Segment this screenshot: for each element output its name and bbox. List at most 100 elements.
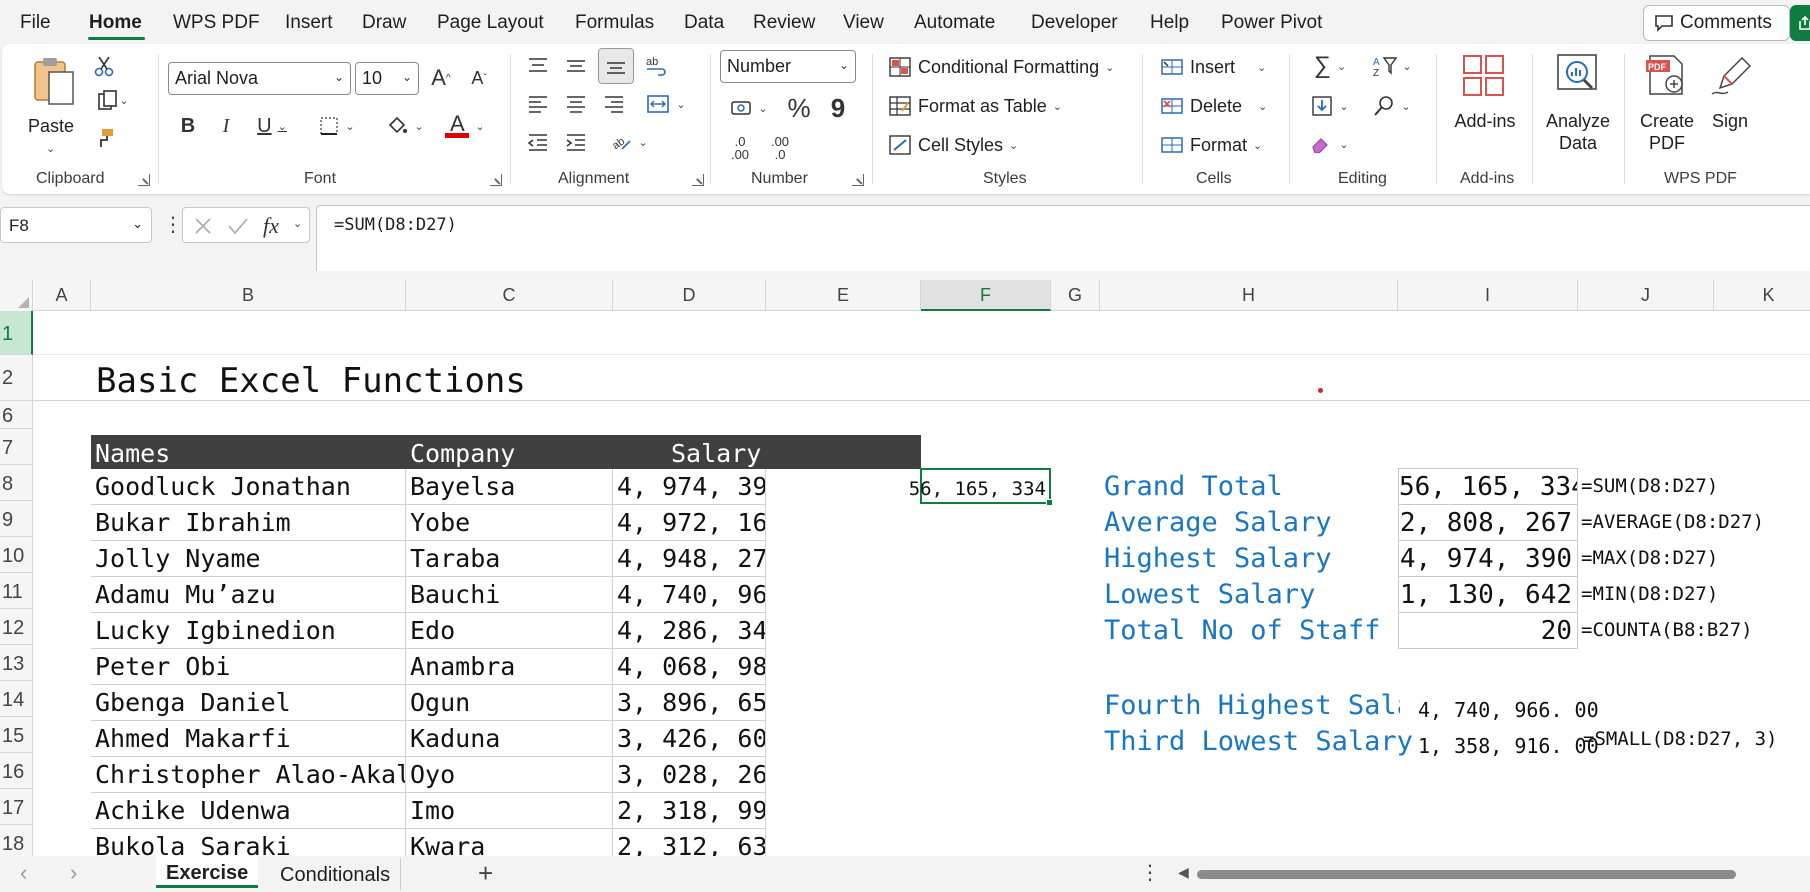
column-header-i[interactable]: I [1398, 280, 1578, 311]
header-names[interactable]: Names [91, 435, 406, 469]
menu-automate[interactable]: Automate [914, 12, 995, 34]
formula-input[interactable]: =SUM(D8:D27) [316, 205, 1810, 271]
menu-view[interactable]: View [843, 12, 884, 34]
menu-home[interactable]: Home [89, 12, 142, 34]
cancel-icon[interactable] [193, 216, 213, 236]
column-header-f[interactable]: F [921, 280, 1051, 311]
active-cell-f8[interactable]: 56, 165, 334 [909, 468, 1051, 504]
stat-label[interactable]: Average Salary [1104, 507, 1332, 538]
sheet-tab-conditionals[interactable]: Conditionals [270, 858, 402, 890]
align-right-button[interactable] [598, 88, 630, 120]
sign-button[interactable]: Sign [1702, 50, 1758, 160]
company-cell[interactable]: Imo [406, 793, 613, 829]
column-header-c[interactable]: C [406, 280, 613, 311]
row-header-17[interactable]: 17 [0, 789, 33, 825]
name-cell[interactable]: Christopher Alao-Akal [91, 757, 406, 793]
salary-cell[interactable]: 2, 312, 631 [613, 829, 766, 856]
row-header-1[interactable]: 1 [0, 311, 33, 355]
salary-cell[interactable]: 4, 740, 966 [613, 577, 766, 613]
name-cell[interactable]: Achike Udenwa [91, 793, 406, 829]
stat-value[interactable]: 2, 808, 267 [1398, 505, 1578, 541]
analyze-data-button[interactable]: Analyze Data [1540, 50, 1616, 160]
row-header-10[interactable]: 10 [0, 537, 33, 573]
stat-label[interactable]: Grand Total [1104, 471, 1283, 502]
company-cell[interactable]: Yobe [406, 505, 613, 541]
align-top-button[interactable] [522, 50, 554, 82]
column-header-b[interactable]: B [91, 280, 406, 311]
header-salary[interactable]: Salary [613, 435, 921, 469]
row-header-9[interactable]: 9 [0, 501, 33, 537]
name-cell[interactable]: Peter Obi [91, 649, 406, 685]
increase-indent-button[interactable] [560, 126, 592, 158]
cell-styles-button[interactable]: Cell Styles ⌄ [888, 134, 1018, 156]
add-sheet-button[interactable]: + [478, 858, 493, 889]
third-lowest-value[interactable]: 1, 358, 916. 00 [1418, 728, 1599, 758]
column-header-e[interactable]: E [766, 280, 921, 311]
horizontal-scrollbar[interactable]: ◀ [1170, 864, 1810, 882]
stat-formula[interactable]: =MIN(D8:D27) [1578, 577, 1718, 605]
align-bottom-button[interactable] [598, 48, 634, 84]
company-cell[interactable]: Ogun [406, 685, 613, 721]
tab-options-icon[interactable]: ⋮ [1140, 860, 1160, 885]
company-cell[interactable]: Bauchi [406, 577, 613, 613]
stat-label[interactable]: Highest Salary [1104, 543, 1332, 574]
cut-button[interactable] [88, 50, 120, 82]
borders-button[interactable]: ⌄ [312, 110, 362, 142]
stat-value[interactable]: 20 [1398, 613, 1578, 649]
font-family-select[interactable]: Arial Nova ⌄ [168, 62, 351, 95]
company-cell[interactable]: Edo [406, 613, 613, 649]
salary-cell[interactable]: 4, 286, 346 [613, 613, 766, 649]
fill-color-button[interactable]: ⌄ [380, 110, 430, 142]
delete-cells-button[interactable]: Delete ⌄ [1160, 95, 1267, 117]
wrap-text-button[interactable]: ab [640, 50, 672, 82]
row-header-2[interactable]: 2 [0, 355, 33, 401]
format-cells-button[interactable]: Format ⌄ [1160, 134, 1262, 156]
row-header-12[interactable]: 12 [0, 609, 33, 645]
align-center-button[interactable] [560, 88, 592, 120]
column-header-j[interactable]: J [1578, 280, 1714, 311]
autosum-button[interactable]: ∑ ⌄ [1305, 50, 1355, 82]
company-cell[interactable]: Taraba [406, 541, 613, 577]
menu-insert[interactable]: Insert [285, 12, 333, 34]
stat-label[interactable]: Lowest Salary [1104, 579, 1315, 610]
menu-data[interactable]: Data [684, 12, 724, 34]
column-header-h[interactable]: H [1100, 280, 1398, 311]
row-header-15[interactable]: 15 [0, 717, 33, 753]
fourth-highest-label[interactable]: Fourth Highest Salar [1104, 690, 1400, 721]
name-cell[interactable]: Bukar Ibrahim [91, 505, 406, 541]
menu-review[interactable]: Review [753, 12, 815, 34]
name-box[interactable]: F8 ⌄ [0, 207, 152, 243]
column-header-k[interactable]: K [1714, 280, 1810, 311]
company-cell[interactable]: Bayelsa [406, 469, 613, 505]
select-all-button[interactable] [0, 280, 33, 311]
bold-button[interactable]: B [172, 110, 204, 142]
column-header-a[interactable]: A [33, 280, 91, 311]
column-header-g[interactable]: G [1051, 280, 1100, 311]
format-as-table-button[interactable]: Format as Table ⌄ [888, 95, 1062, 117]
stat-label[interactable]: Total No of Staff [1104, 615, 1380, 646]
scroll-tabs-right-icon[interactable]: › [70, 860, 77, 886]
stat-formula[interactable]: =COUNTA(B8:B27) [1578, 613, 1753, 641]
underline-button[interactable]: U ⌄ [248, 110, 296, 142]
decrease-decimal-button[interactable]: .00.0 [764, 132, 796, 164]
insert-function-icon[interactable]: fx [263, 213, 279, 239]
insert-cells-button[interactable]: Insert ⌄ [1160, 56, 1266, 78]
name-cell[interactable]: Jolly Nyame [91, 541, 406, 577]
format-painter-button[interactable] [88, 122, 120, 154]
menu-power-pivot[interactable]: Power Pivot [1221, 12, 1322, 34]
row-header-13[interactable]: 13 [0, 645, 33, 681]
stat-value[interactable]: 1, 130, 642 [1398, 577, 1578, 613]
font-launcher-icon[interactable] [490, 174, 502, 186]
number-format-select[interactable]: Number ⌄ [720, 50, 856, 83]
stat-value[interactable]: 56, 165, 334 [1398, 469, 1578, 505]
comments-button[interactable]: Comments [1643, 5, 1790, 41]
align-middle-button[interactable] [560, 50, 592, 82]
header-company[interactable]: Company [406, 435, 613, 469]
sheet-tab-exercise[interactable]: Exercise [156, 856, 259, 888]
column-header-d[interactable]: D [613, 280, 766, 311]
scroll-left-icon[interactable]: ◀ [1178, 864, 1189, 881]
salary-cell[interactable]: 3, 426, 608 [613, 721, 766, 757]
name-cell[interactable]: Goodluck Jonathan [91, 469, 406, 505]
shrink-font-button[interactable]: Aˇ [463, 62, 495, 94]
salary-cell[interactable]: 4, 068, 987 [613, 649, 766, 685]
